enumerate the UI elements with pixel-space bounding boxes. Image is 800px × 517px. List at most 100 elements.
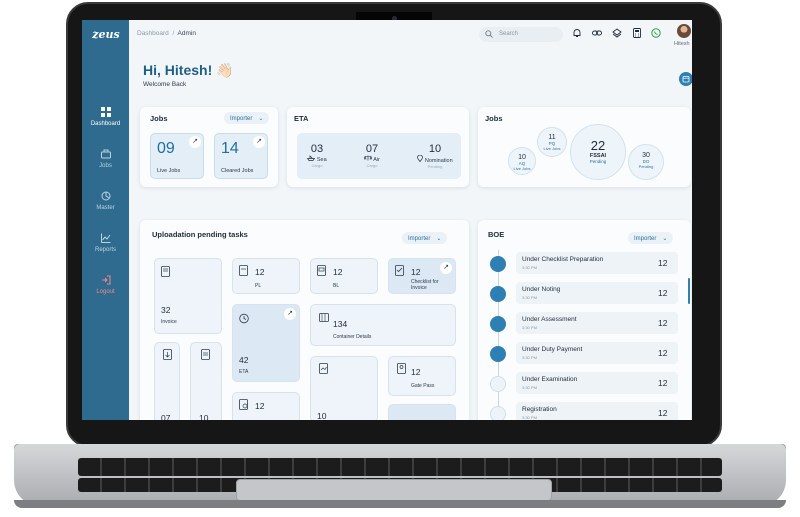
file-tile[interactable]: 10 [190, 342, 222, 420]
boe-row-value: 12 [658, 378, 668, 388]
avatar[interactable] [677, 24, 691, 38]
calendar-glyph [682, 76, 690, 83]
registration-step-icon [490, 406, 506, 420]
location-pin-icon [417, 154, 424, 163]
uploads-title: Uploadation pending tasks [152, 230, 248, 239]
gatepass-tile[interactable]: 12 Gate Pass [388, 356, 456, 396]
boe-row-label: Under Duty Payment [522, 346, 583, 353]
boe-row-value: 12 [658, 408, 668, 418]
do-label: Pending [638, 164, 654, 169]
file-icon [201, 349, 210, 360]
eta-tile-value: 42 [239, 355, 249, 365]
briefcase-icon [100, 149, 111, 159]
jobs-filter-dropdown[interactable]: Importer ⌄ [224, 112, 270, 124]
boe-row-noting[interactable]: Under Noting 3:30 PM 12 [486, 282, 678, 306]
eta-nomination-sub: Pending [427, 164, 443, 169]
eta-nomination-label: Nomination [407, 154, 463, 164]
boe-row-value: 12 [658, 318, 668, 328]
arrow-up-right-icon[interactable]: ↗ [440, 262, 452, 274]
boe-row-time: 3:30 PM [522, 265, 537, 270]
fssai-bubble[interactable]: 22 FSSAI Pending [570, 124, 626, 180]
boe-row-checklist[interactable]: Under Checklist Preparation 3:30 PM 12 [486, 252, 678, 276]
container-tile[interactable]: 134 Container Details [310, 304, 456, 346]
boe-row-duty-payment[interactable]: Under Duty Payment 3:30 PM 12 [486, 342, 678, 366]
live-jobs-stat[interactable]: 09 Live Jobs ↗ [150, 133, 204, 179]
invoice-tile[interactable]: 32 Invoice [154, 258, 222, 334]
whatsapp-icon[interactable] [651, 28, 661, 38]
calendar-icon[interactable] [679, 72, 692, 86]
boe-row-assessment[interactable]: Under Assessment 3:30 PM 12 [486, 312, 678, 336]
aq-value: 10 [518, 154, 526, 161]
uploads-filter-dropdown[interactable]: Importer ⌄ [402, 232, 448, 244]
dashboard-icon [100, 107, 111, 117]
sidebar-item-logout[interactable]: Logout [82, 275, 129, 295]
scrollbar-thumb[interactable] [688, 278, 690, 304]
boe-row-registration[interactable]: Registration 3:30 PM 12 [486, 402, 678, 420]
calculator-icon[interactable] [632, 28, 642, 38]
eta-sea[interactable]: 03 Sea Cargo [295, 143, 339, 168]
logout-icon [101, 275, 110, 285]
checklist-label: Checklist for Invoice [411, 279, 439, 291]
gatepass-label: Gate Pass [411, 383, 435, 389]
layers-icon[interactable] [612, 28, 622, 38]
boe-row-time: 3:30 PM [522, 295, 537, 300]
pq-bubble[interactable]: 11 PQ Live Jobs [537, 127, 567, 157]
cleared-jobs-stat[interactable]: 14 Cleared Jobs ↗ [214, 133, 268, 179]
arrow-up-right-icon[interactable]: ↗ [284, 308, 296, 320]
app-logo[interactable]: zeus [88, 28, 124, 41]
aq-bubble[interactable]: 10 AQ Live Jobs [508, 147, 536, 175]
clock-icon [239, 313, 249, 324]
sidebar-item-master[interactable]: Master [82, 191, 129, 211]
boe-row-label: Under Assessment [522, 316, 577, 323]
duty-payment-step-icon [490, 346, 506, 362]
eta-card-title: ETA [294, 114, 309, 123]
container-value: 134 [333, 319, 348, 329]
boe-row-label: Registration [522, 406, 557, 413]
sidebar-item-label: Reports [94, 247, 116, 253]
eta-card: ETA 03 Sea Cargo 07 Air Cargo 10 Nominat… [287, 107, 469, 187]
sidebar-item-reports[interactable]: Reports [82, 233, 129, 253]
stamp-doc-icon [239, 399, 248, 410]
sidebar-item-dashboard[interactable]: Dashboard [82, 107, 129, 127]
user-name: Hitesh [674, 41, 690, 47]
jobs-card: Jobs Importer ⌄ 09 Live Jobs ↗ 14 Cleared… [140, 107, 278, 187]
arrow-up-right-icon[interactable]: ↗ [253, 136, 265, 148]
search-input[interactable]: Search [479, 27, 563, 42]
invoice-label: Invoice [161, 319, 177, 325]
document-tile[interactable]: 10 [310, 356, 378, 420]
eta-nomination[interactable]: 10 Nomination Pending [407, 143, 463, 169]
extra-tile[interactable] [388, 404, 456, 420]
breadcrumb-root[interactable]: Dashboard [137, 30, 169, 37]
checklist-tile[interactable]: 12 Checklist for Invoice ↗ [388, 258, 456, 294]
import-tile[interactable]: 07 [154, 342, 180, 420]
sidebar-item-label: Logout [96, 289, 115, 295]
chevron-down-icon: ⌄ [662, 236, 668, 242]
sidebar: zeus Dashboard Jobs Master Reports Logou… [82, 20, 129, 420]
boe-filter-dropdown[interactable]: Importer ⌄ [628, 232, 674, 244]
breadcrumb-current: Admin [177, 30, 196, 37]
boe-row-examination[interactable]: Under Examination 3:30 PM 12 [486, 372, 678, 396]
pl-tile[interactable]: 12 PL [232, 258, 300, 294]
jobs-summary-card: Jobs 10 AQ Live Jobs 11 PQ Live Jobs 22 … [478, 107, 691, 187]
do-bubble[interactable]: 30 DO Pending [628, 144, 664, 180]
ship-icon [307, 155, 316, 161]
top-bar: Dashboard / Admin Search Hitesh [129, 20, 692, 48]
document-icon [319, 363, 328, 374]
bl-tile[interactable]: 12 BL [310, 258, 378, 294]
boe-row-time: 3:30 PM [522, 325, 537, 330]
chevron-down-icon: ⌄ [258, 116, 264, 122]
checklist-step-icon [490, 256, 506, 272]
chevron-down-icon: ⌄ [436, 236, 442, 242]
arrow-up-right-icon[interactable]: ↗ [189, 136, 201, 148]
uploads-card: Uploadation pending tasks Importer ⌄ 32 I… [140, 220, 469, 420]
sidebar-item-jobs[interactable]: Jobs [82, 149, 129, 169]
breadcrumb: Dashboard / Admin [137, 30, 196, 37]
gatepass-value: 12 [411, 367, 421, 377]
invoice-value: 32 [161, 305, 171, 315]
eta-tile[interactable]: 42 ETA ↗ [232, 304, 300, 382]
stamp-tile[interactable]: 12 [232, 392, 300, 420]
import-doc-icon [163, 349, 172, 360]
eta-air[interactable]: 07 Air Cargo [350, 143, 394, 168]
bell-icon[interactable] [572, 28, 582, 38]
link-icon[interactable] [592, 28, 602, 38]
